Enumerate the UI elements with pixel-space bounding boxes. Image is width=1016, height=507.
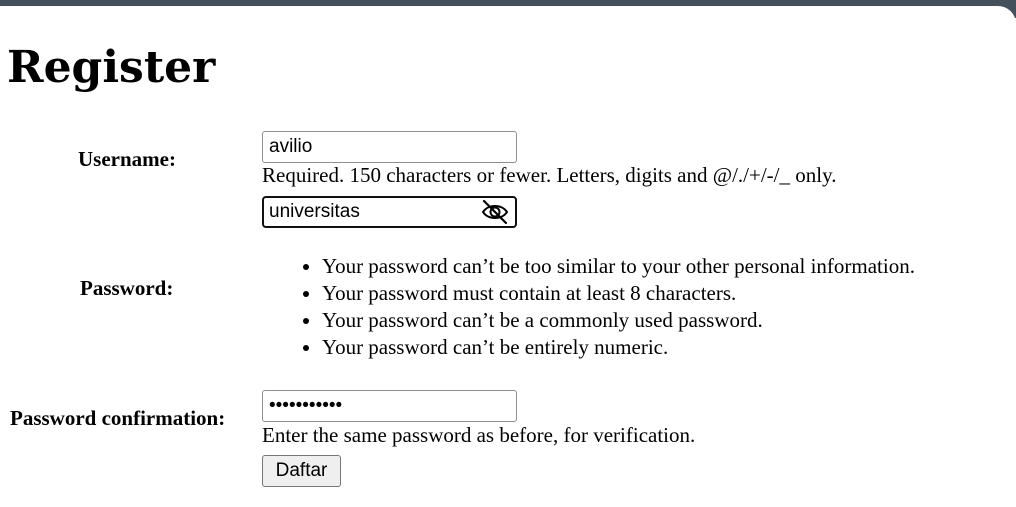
page-title: Register [7,42,216,93]
username-input[interactable] [262,131,517,163]
username-help-text: Required. 150 characters or fewer. Lette… [262,163,837,187]
password-confirmation-help-text: Enter the same password as before, for v… [262,423,696,447]
password-confirmation-input[interactable] [262,390,517,422]
register-submit-button[interactable]: Daftar [262,455,341,487]
eye-off-icon[interactable] [480,199,510,225]
password-rules-list: Your password can’t be too similar to yo… [282,253,915,361]
list-item: Your password can’t be a commonly used p… [322,307,915,334]
password-label: Password: [80,276,174,300]
browser-page: Register Username: Required. 150 charact… [0,0,1016,507]
username-label: Username: [78,147,176,171]
password-input[interactable] [262,196,517,228]
list-item: Your password can’t be entirely numeric. [322,334,915,361]
window-top-bar [0,0,1016,6]
list-item: Your password must contain at least 8 ch… [322,280,915,307]
list-item: Your password can’t be too similar to yo… [322,253,915,280]
password-confirmation-label: Password confirmation: [10,406,226,430]
